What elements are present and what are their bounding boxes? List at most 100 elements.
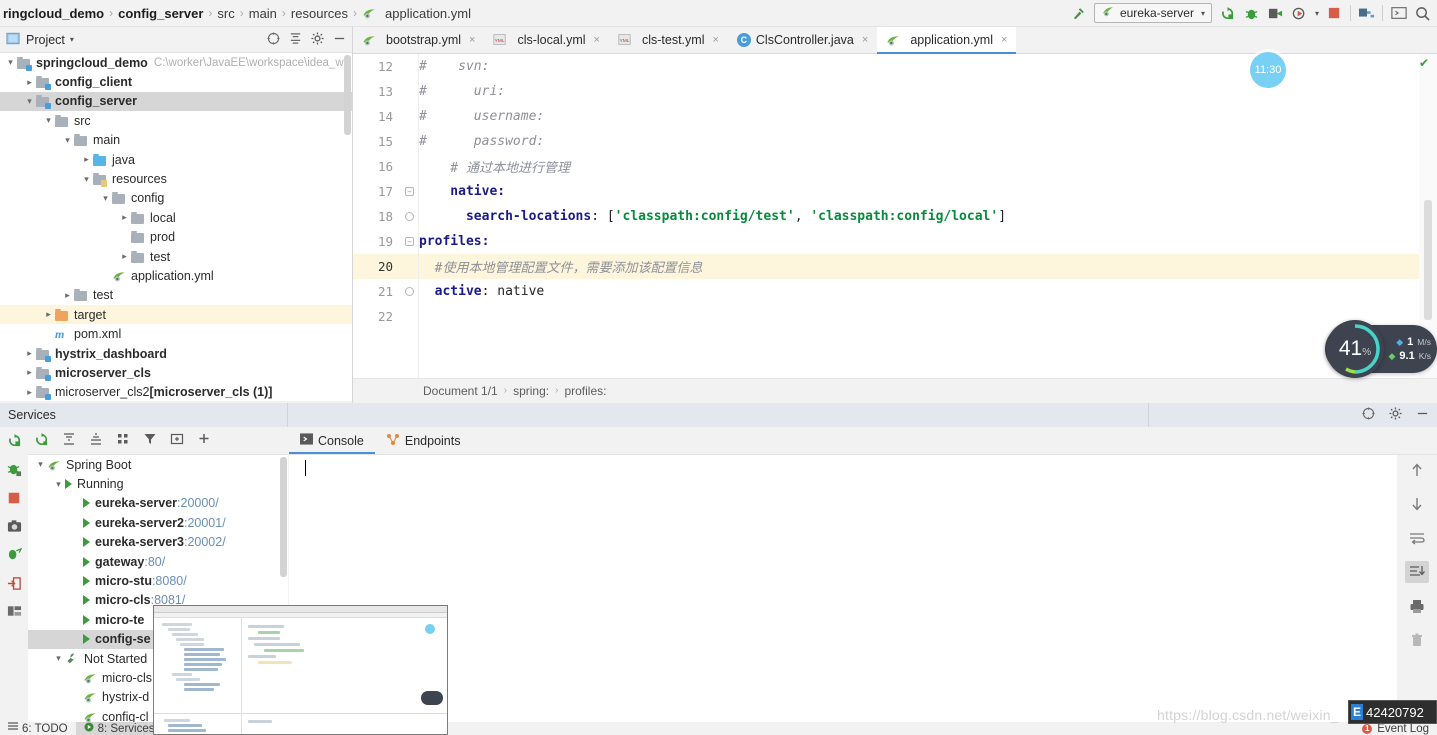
minimize-icon[interactable]	[1416, 407, 1429, 423]
tree-expander[interactable]	[4, 57, 17, 68]
run-with-coverage-icon[interactable]	[1267, 5, 1284, 22]
tree-expander[interactable]	[42, 309, 55, 320]
close-icon[interactable]: ×	[712, 34, 718, 46]
code-editor[interactable]: 12 13 14 15 16 17 18 19 20 21 22 − − # svn: # uri: # …	[353, 54, 1437, 378]
attach-debugger-icon[interactable]	[7, 547, 22, 565]
code-folding-gutter[interactable]: − −	[401, 54, 419, 378]
rerun-icon[interactable]	[7, 433, 22, 451]
screenshot-thumbnail-overlay[interactable]	[153, 605, 448, 735]
search-everywhere-icon[interactable]	[1414, 5, 1431, 22]
tree-row[interactable]: m pom.xml	[0, 324, 352, 343]
chevron-down-icon[interactable]: ▾	[70, 35, 74, 44]
tree-expander[interactable]	[23, 77, 36, 88]
code-content[interactable]: # svn: # uri: # username: # password: # 通过本…	[419, 54, 1419, 378]
group-icon[interactable]	[116, 432, 130, 449]
inspection-status-icon[interactable]: ✔	[1419, 56, 1429, 70]
tree-row[interactable]: resources	[0, 169, 352, 188]
print-icon[interactable]	[1405, 595, 1429, 617]
tree-expander[interactable]	[61, 135, 74, 146]
code-line[interactable]: # password:	[419, 129, 1419, 154]
editor-breadcrumb-item[interactable]: profiles:	[564, 384, 606, 398]
editor-tab[interactable]: YML cls-local.yml ×	[484, 27, 609, 53]
service-row[interactable]: eureka-server :20000/	[28, 494, 288, 513]
breadcrumb-item[interactable]: main	[246, 6, 280, 21]
console-tab[interactable]: Endpoints	[375, 427, 472, 454]
editor-breadcrumb[interactable]: Document 1/1 › spring: › profiles:	[353, 378, 1437, 402]
project-tree[interactable]: springcloud_demo C:\worker\JavaEE\worksp…	[0, 53, 352, 401]
terminal-icon[interactable]	[1390, 5, 1407, 22]
code-line[interactable]: # username:	[419, 104, 1419, 129]
tree-expander[interactable]	[23, 387, 36, 398]
breadcrumb-item[interactable]: config_server	[115, 6, 206, 21]
tree-row[interactable]: application.yml	[0, 266, 352, 285]
editor-tab[interactable]: YML cls-test.yml ×	[609, 27, 728, 53]
tree-expander[interactable]	[23, 367, 36, 378]
status-bar-item[interactable]: 6: TODO	[0, 722, 76, 735]
close-icon[interactable]: ×	[594, 34, 600, 46]
debug-icon[interactable]	[7, 462, 22, 480]
tree-expander[interactable]	[52, 479, 65, 490]
soft-wrap-icon[interactable]	[1405, 527, 1429, 549]
gear-icon[interactable]	[1389, 407, 1402, 423]
collapse-all-icon[interactable]	[289, 32, 302, 48]
editor-scrollbar[interactable]	[1424, 200, 1432, 320]
tree-row[interactable]: test	[0, 286, 352, 305]
breadcrumb-item-file[interactable]: application.yml	[359, 6, 474, 21]
tree-row[interactable]: config_client	[0, 72, 352, 91]
service-row[interactable]: Running	[28, 474, 288, 493]
console-tab[interactable]: Console	[289, 427, 375, 454]
breadcrumb[interactable]: ringcloud_demo › config_server › src › main › re…	[0, 0, 474, 26]
build-hammer-icon[interactable]	[1070, 5, 1087, 22]
code-line[interactable]: active: native	[419, 279, 1419, 304]
tree-expander[interactable]	[80, 174, 93, 185]
tree-row[interactable]: config_server	[0, 91, 352, 112]
tree-row[interactable]: test	[0, 247, 352, 266]
service-row[interactable]: eureka-server2 :20001/	[28, 513, 288, 532]
target-icon[interactable]	[267, 31, 280, 48]
event-log-label[interactable]: Event Log	[1377, 723, 1429, 735]
editor-tab[interactable]: C ClsController.java ×	[728, 27, 877, 53]
target-icon[interactable]	[1362, 407, 1375, 423]
tree-expander[interactable]	[80, 154, 93, 165]
project-structure-icon[interactable]	[1358, 5, 1375, 22]
tree-expander[interactable]	[99, 193, 112, 204]
editor-tab-bar[interactable]: bootstrap.yml × YML cls-local.yml × YML cls-te…	[353, 27, 1437, 54]
code-line[interactable]: native:	[419, 179, 1419, 204]
fold-marker[interactable]: −	[405, 187, 414, 196]
tree-row[interactable]: target	[0, 305, 352, 325]
profile-icon[interactable]	[1291, 5, 1308, 22]
fold-marker[interactable]	[405, 212, 414, 221]
tree-expander[interactable]	[23, 96, 36, 107]
breadcrumb-item[interactable]: resources	[288, 6, 351, 21]
fold-marker[interactable]: −	[405, 237, 414, 246]
collapse-all-icon[interactable]	[89, 432, 103, 449]
tree-expander[interactable]	[61, 290, 74, 301]
profile-dropdown-icon[interactable]: ▾	[1315, 9, 1319, 18]
tree-expander[interactable]	[52, 653, 65, 664]
scroll-down-icon[interactable]	[1405, 493, 1429, 515]
code-line[interactable]: profiles:	[419, 229, 1419, 254]
tree-row[interactable]: prod	[0, 228, 352, 247]
tree-row[interactable]: local	[0, 208, 352, 227]
ime-input-overlay[interactable]: E 42420792	[1348, 700, 1437, 724]
code-line[interactable]	[419, 304, 1419, 329]
fold-marker[interactable]	[405, 287, 414, 296]
scroll-to-end-icon[interactable]	[1405, 561, 1429, 583]
breadcrumb-item[interactable]: ringcloud_demo	[0, 6, 107, 21]
close-icon[interactable]: ×	[862, 34, 868, 46]
filter-icon[interactable]	[143, 432, 157, 449]
editor-breadcrumb-item[interactable]: spring:	[513, 384, 549, 398]
console-output[interactable]	[289, 455, 1397, 722]
close-icon[interactable]: ×	[1001, 34, 1007, 46]
stop-icon[interactable]	[1326, 5, 1343, 22]
code-line[interactable]: # 通过本地进行管理	[419, 154, 1419, 179]
scroll-up-icon[interactable]	[1405, 459, 1429, 481]
service-row[interactable]: micro-stu :8080/	[28, 571, 288, 590]
tree-row[interactable]: springcloud_demo C:\worker\JavaEE\worksp…	[0, 53, 352, 72]
editor-tab[interactable]: application.yml ×	[877, 27, 1017, 54]
ime-mode-badge[interactable]: E	[1351, 704, 1364, 720]
tree-row[interactable]: config	[0, 189, 352, 208]
expand-all-icon[interactable]	[62, 432, 76, 449]
refresh-icon[interactable]	[34, 432, 49, 450]
plus-icon[interactable]	[197, 432, 211, 449]
